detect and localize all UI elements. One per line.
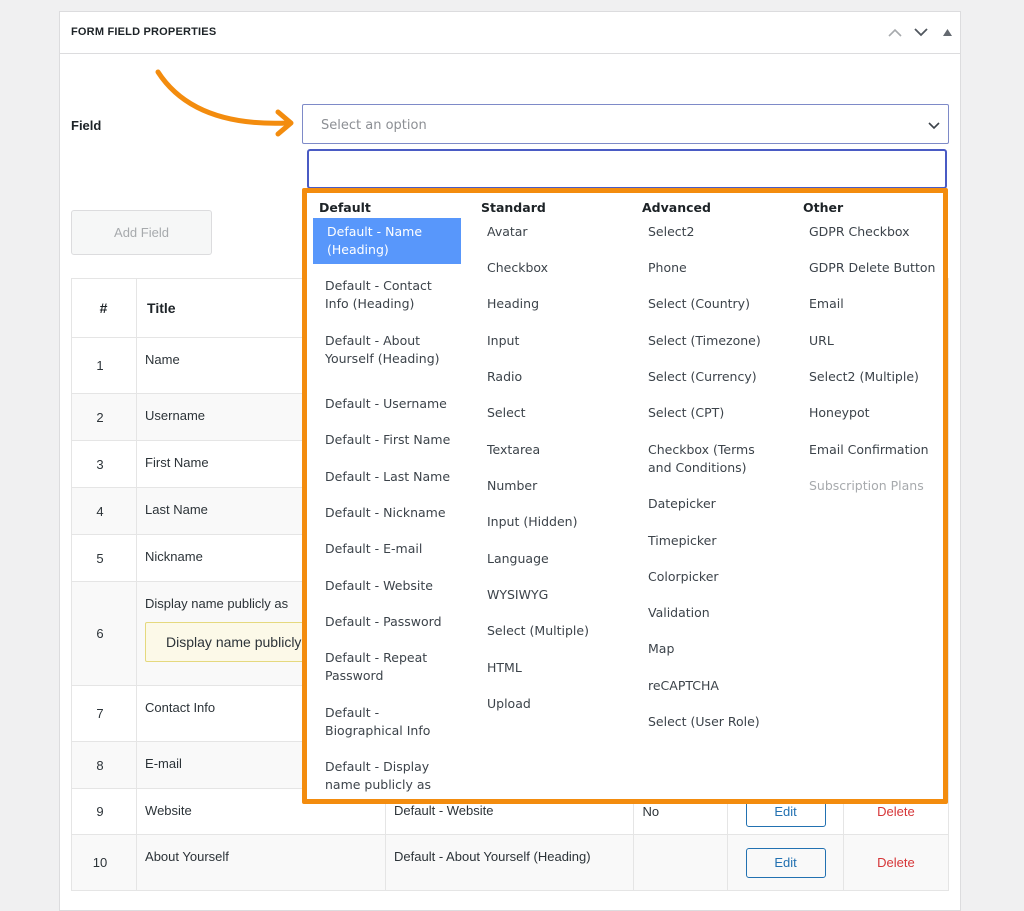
chevron-down-icon [928,117,940,135]
option-group-other: Other GDPR Checkbox GDPR Delete Button Emai… [795,193,952,799]
dropdown-option[interactable]: Select (User Role) [634,708,795,736]
option-group-standard: Standard Avatar Checkbox Heading Input Radio S… [473,193,630,799]
dropdown-option[interactable]: Default - Contact Info (Heading) [311,272,472,318]
row-number: 9 [70,788,138,835]
move-down-icon[interactable] [912,22,930,42]
dropdown-option[interactable]: Default - Repeat Password [311,644,472,690]
row-number: 10 [70,834,138,891]
dropdown-option[interactable]: Default - E-mail [311,535,472,563]
dropdown-option[interactable]: URL [795,327,956,355]
dropdown-option[interactable]: Colorpicker [634,563,795,591]
option-group-default: Default Default - Name (Heading) Default -… [311,193,468,799]
dropdown-option[interactable]: Default - About Yourself (Heading) [311,327,472,373]
table-row: 10 About Yourself Default - About Yourself… [70,834,950,891]
option-group-label: Advanced [642,200,711,215]
dropdown-option[interactable]: Map [634,635,795,663]
dropdown-option[interactable]: Default - First Name [311,426,472,454]
dropdown-option[interactable]: Default - Name (Heading) [313,218,461,264]
row-edit-cell: Edit [727,834,844,891]
dropdown-option[interactable]: Default - Biographical Info [311,699,472,745]
field-label: Field [71,118,102,133]
collapse-icon[interactable] [938,22,956,42]
dropdown-option[interactable]: Avatar [473,218,634,246]
dropdown-option[interactable]: Select (Multiple) [473,617,634,645]
dropdown-option[interactable]: Textarea [473,436,634,464]
row-number: 3 [70,440,138,488]
option-group-label: Standard [481,200,546,215]
panel-title: FORM FIELD PROPERTIES [71,26,217,38]
row-number: 4 [70,487,138,535]
panel-header: FORM FIELD PROPERTIES [60,12,960,54]
dropdown-option[interactable]: GDPR Delete Button [795,254,956,282]
dropdown-option[interactable]: Select (Currency) [634,363,795,391]
dropdown-option[interactable]: Checkbox (Terms and Conditions) [634,436,795,482]
move-up-icon[interactable] [886,22,904,42]
dropdown-option[interactable]: Default - Password [311,608,472,636]
dropdown-option[interactable]: reCAPTCHA [634,672,795,700]
dropdown-option[interactable]: HTML [473,654,634,682]
dropdown-option: Subscription Plans [809,478,924,493]
dropdown-option[interactable]: Default - Nickname [311,499,472,527]
row-number: 7 [70,685,138,742]
row-number: 6 [70,581,138,686]
dropdown-option[interactable]: Phone [634,254,795,282]
field-search-input[interactable] [307,149,947,189]
row-title-text: About Yourself [145,849,229,864]
dropdown-option[interactable]: Input (Hidden) [473,508,634,536]
option-group-advanced: Advanced Select2 Phone Select (Country) Sele… [634,193,791,799]
field-select-placeholder: Select an option [321,118,427,133]
dropdown-option[interactable]: Datepicker [634,490,795,518]
row-required [633,834,729,891]
dropdown-option[interactable]: GDPR Checkbox [795,218,956,246]
dropdown-option[interactable]: Radio [473,363,634,391]
dropdown-option[interactable]: Input [473,327,634,355]
dropdown-option[interactable]: Number [473,472,634,500]
dropdown-option[interactable]: Validation [634,599,795,627]
dropdown-option[interactable]: Select (CPT) [634,399,795,427]
row-number: 1 [70,337,138,394]
row-title-text: Website [145,803,192,818]
dropdown-option[interactable]: Select2 (Multiple) [795,363,956,391]
field-select[interactable]: Select an option [302,104,949,144]
option-group-label: Default [319,200,371,215]
dropdown-option[interactable]: Honeypot [795,399,956,427]
dropdown-option[interactable]: Default - Last Name [311,463,472,491]
dropdown-option[interactable]: Default - Display name publicly as [311,753,472,799]
option-group-label: Other [803,200,844,215]
dropdown-option[interactable]: Email [795,290,956,318]
dropdown-option[interactable]: Heading [473,290,634,318]
edit-button[interactable]: Edit [745,847,826,878]
row-number: 2 [70,393,138,441]
delete-link[interactable]: Delete [842,834,950,891]
dropdown-option[interactable]: Checkbox [473,254,634,282]
dropdown-option[interactable]: Default - Website [311,572,472,600]
field-options-dropdown: Default Default - Name (Heading) Default -… [302,188,948,804]
dropdown-option[interactable]: Language [473,545,634,573]
dropdown-option[interactable]: Select [473,399,634,427]
column-header-number: # [70,278,138,338]
row-field-type: Default - About Yourself (Heading) [385,834,635,891]
row-number: 5 [70,534,138,582]
add-field-button[interactable]: Add Field [71,210,212,255]
dropdown-option[interactable]: WYSIWYG [473,581,634,609]
callout-arrow-icon [155,69,294,137]
dropdown-option[interactable]: Select (Timezone) [634,327,795,355]
dropdown-option[interactable]: Upload [473,690,634,718]
row-title: About Yourself [136,834,387,891]
dropdown-option[interactable]: Default - Username [311,390,472,418]
row-number: 8 [70,741,138,789]
dropdown-option[interactable]: Timepicker [634,527,795,555]
dropdown-option[interactable]: Email Confirmation [795,436,956,464]
dropdown-option[interactable]: Select2 [634,218,795,246]
dropdown-option[interactable]: Select (Country) [634,290,795,318]
